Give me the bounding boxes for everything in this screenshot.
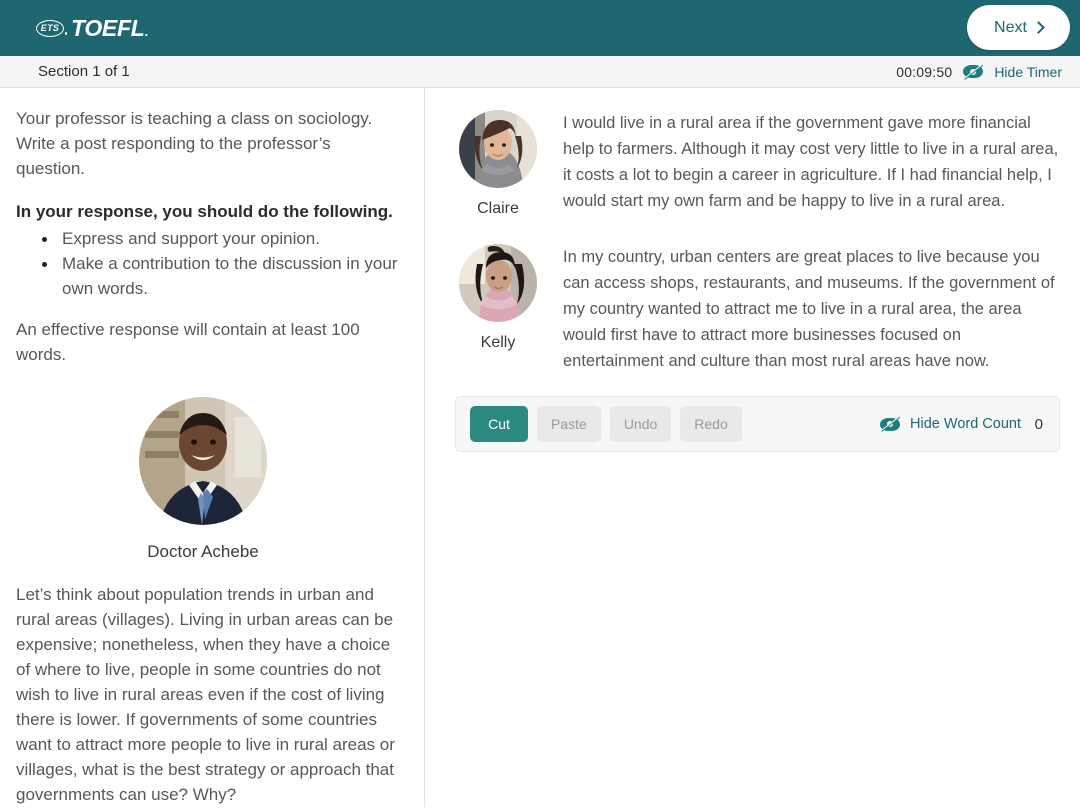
toefl-writing-task-screen: ETS TOEFL. Next Section 1 of 1 00:09:50 … [0,0,1080,808]
word-count-value: 0 [1034,415,1043,433]
post-author: Claire [455,106,541,218]
timer-group: 00:09:50 Hide Timer [896,56,1062,87]
list-item: Make a contribution to the discussion in… [42,251,400,301]
body-container: Your professor is teaching a class on so… [0,88,1080,807]
student-avatar-claire [459,110,537,188]
prompt-panel: Your professor is teaching a class on so… [0,88,425,807]
undo-button[interactable]: Undo [609,406,672,442]
ets-logo-text: ETS [40,22,60,33]
ets-logo-icon: ETS [36,19,67,37]
paste-button[interactable]: Paste [537,406,601,442]
toefl-logo: ETS TOEFL. [36,15,148,42]
toefl-wordmark-tm: . [144,23,148,39]
post-author: Kelly [455,240,541,352]
response-textarea[interactable] [455,452,1060,752]
word-requirement-text: An effective response will contain at le… [16,320,360,364]
ets-logo-dot [64,32,67,35]
redo-button[interactable]: Redo [680,406,742,442]
prompt-intro: Your professor is teaching a class on so… [16,109,373,178]
post-body: In my country, urban centers are great p… [563,248,1055,370]
chevron-right-icon [1032,21,1045,34]
discussion-panel: Claire I would live in a rural area if t… [425,88,1080,807]
eye-slash-icon[interactable] [880,416,901,433]
student-avatar-kelly [459,244,537,322]
post-author-name: Claire [477,200,519,217]
app-header: ETS TOEFL. Next [0,0,1080,56]
professor-block: Doctor Achebe [16,397,400,562]
instruction-list: Express and support your opinion. Make a… [16,226,400,301]
eye-slash-icon[interactable] [963,63,984,80]
professor-name: Doctor Achebe [147,542,259,561]
editor-toolbar: Cut Paste Undo Redo Hide Word Count 0 [455,396,1060,452]
post-body: I would live in a rural area if the gove… [563,114,1059,210]
cut-button[interactable]: Cut [470,406,528,442]
list-item: Express and support your opinion. [42,226,400,251]
claire-avatar-image [459,110,537,188]
next-button[interactable]: Next [967,5,1070,50]
professor-avatar [139,397,267,525]
toefl-wordmark: TOEFL. [71,15,148,42]
word-count-group: Hide Word Count 0 [880,416,1043,433]
discussion-post: Kelly In my country, urban centers are g… [455,240,1060,374]
kelly-avatar-image [459,244,537,322]
hide-timer-button[interactable]: Hide Timer [994,64,1062,80]
hide-word-count-button[interactable]: Hide Word Count [910,416,1021,432]
professor-post-text: Let’s think about population trends in u… [16,585,395,804]
instruction-heading: In your response, you should do the foll… [16,202,393,221]
countdown-timer: 00:09:50 [896,63,953,80]
section-indicator: Section 1 of 1 [38,63,130,80]
discussion-post: Claire I would live in a rural area if t… [455,106,1060,218]
toefl-wordmark-text: TOEFL [71,14,145,41]
professor-avatar-image [139,397,267,525]
post-author-name: Kelly [480,334,516,351]
section-bar: Section 1 of 1 00:09:50 Hide Timer [0,56,1080,88]
next-button-label: Next [994,18,1027,36]
